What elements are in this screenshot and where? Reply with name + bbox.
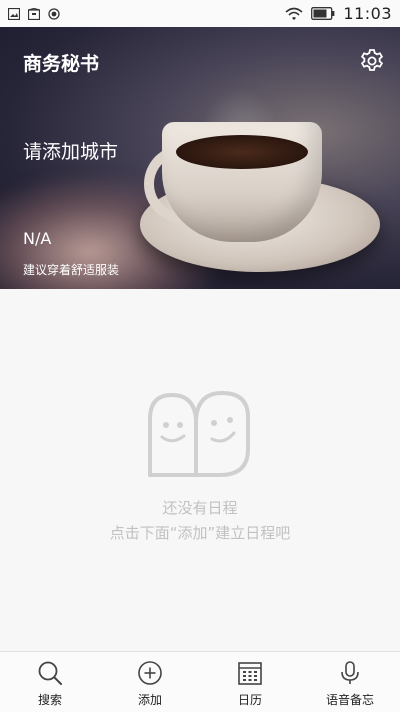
status-bar: 11:03 bbox=[0, 0, 400, 27]
gear-icon[interactable] bbox=[359, 48, 385, 74]
nav-voice-memo-label: 语音备忘 bbox=[325, 693, 374, 707]
calendar-icon bbox=[238, 662, 262, 685]
empty-hint: 点击下面“添加”建立日程吧 bbox=[109, 524, 291, 542]
add-city-prompt[interactable]: 请添加城市 bbox=[23, 137, 118, 164]
nav-search-button[interactable]: 搜索 bbox=[0, 652, 100, 712]
nav-calendar-label: 日历 bbox=[237, 693, 262, 707]
add-icon bbox=[138, 661, 162, 685]
nav-voice-memo-button[interactable]: 语音备忘 bbox=[300, 652, 400, 712]
nav-add-label: 添加 bbox=[137, 693, 162, 707]
nav-calendar-button[interactable]: 日历 bbox=[200, 652, 300, 712]
status-time: 11:03 bbox=[343, 4, 392, 23]
app-title: 商务秘书 bbox=[23, 53, 100, 75]
empty-message: 还没有日程 bbox=[162, 499, 238, 517]
hero-coffee-image bbox=[176, 135, 308, 169]
gallery-icon bbox=[8, 7, 20, 20]
nav-add-button[interactable]: 添加 bbox=[100, 652, 200, 712]
clothing-advice: 建议穿着舒适服装 bbox=[23, 263, 120, 277]
battery-icon bbox=[311, 7, 335, 20]
microphone-icon bbox=[341, 661, 359, 684]
record-icon bbox=[48, 7, 60, 20]
weather-header: 商务秘书 请添加城市 N/A 建议穿着舒适服装 bbox=[0, 27, 400, 289]
temperature-value: N/A bbox=[23, 229, 52, 248]
search-icon bbox=[38, 661, 62, 685]
empty-schedule-icon bbox=[148, 391, 250, 477]
schedule-empty-state: 还没有日程 点击下面“添加”建立日程吧 bbox=[0, 289, 400, 651]
wifi-icon bbox=[285, 7, 303, 20]
status-bar-left bbox=[8, 7, 60, 20]
nav-search-label: 搜索 bbox=[37, 693, 62, 707]
bottom-nav: 搜索 添加 日历 语音备忘 bbox=[0, 651, 400, 712]
status-bar-right: 11:03 bbox=[285, 4, 392, 23]
package-icon bbox=[28, 7, 40, 20]
